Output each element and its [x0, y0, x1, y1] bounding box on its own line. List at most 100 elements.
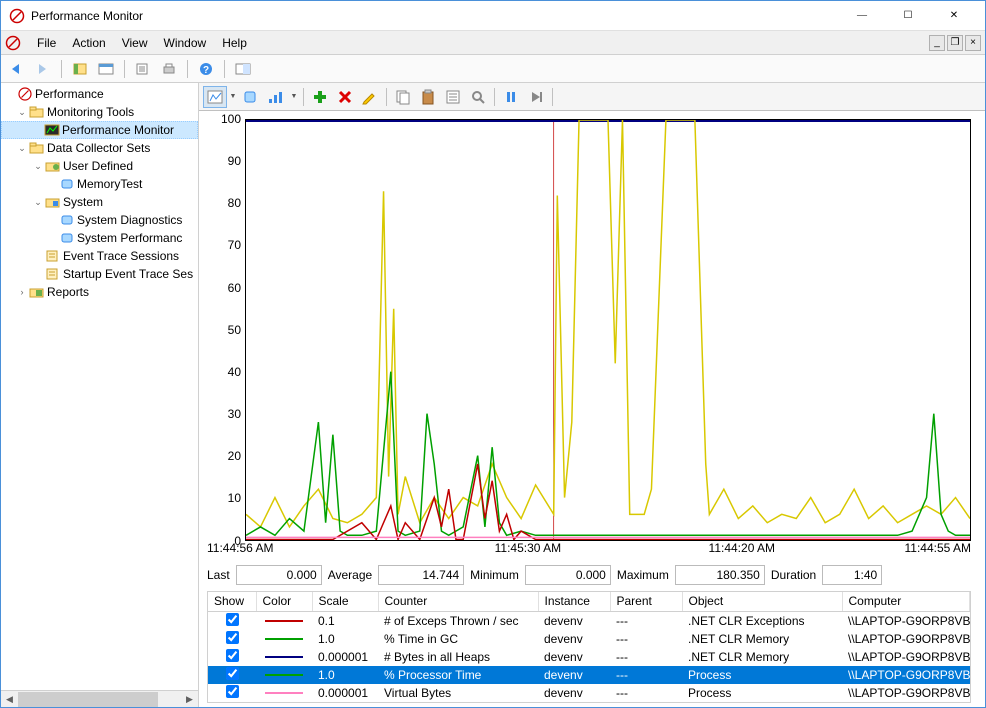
table-row[interactable]: 1.0% Processor Timedevenv---Process\\LAP…: [208, 666, 970, 684]
chart-series-line: [246, 372, 970, 536]
color-swatch: [265, 638, 303, 640]
show-checkbox[interactable]: [226, 667, 239, 680]
cell-object: .NET CLR Memory: [682, 648, 842, 666]
zoom-button[interactable]: [466, 86, 490, 108]
add-counter-button[interactable]: [308, 86, 332, 108]
table-row[interactable]: 1.0% Time in GCdevenv---.NET CLR Memory\…: [208, 630, 970, 648]
window-title: Performance Monitor: [31, 9, 839, 23]
view-current-button[interactable]: [203, 86, 227, 108]
tree-performance-monitor[interactable]: Performance Monitor: [1, 121, 198, 139]
view-log-button[interactable]: [239, 86, 263, 108]
export-button[interactable]: [131, 58, 155, 80]
th-show[interactable]: Show: [208, 592, 256, 612]
show-checkbox[interactable]: [226, 685, 239, 698]
table-row[interactable]: 0.000001# Bytes in all Heapsdevenv---.NE…: [208, 648, 970, 666]
tree-memory-test[interactable]: MemoryTest: [1, 175, 198, 193]
th-scale[interactable]: Scale: [312, 592, 378, 612]
forward-button[interactable]: [31, 58, 55, 80]
cell-instance: devenv: [538, 648, 610, 666]
copy-button[interactable]: [391, 86, 415, 108]
view-split-button[interactable]: [231, 58, 255, 80]
mdi-restore-button[interactable]: ❐: [947, 35, 963, 51]
th-computer[interactable]: Computer: [842, 592, 970, 612]
performance-chart[interactable]: [245, 119, 971, 541]
scroll-right-icon[interactable]: ▶: [181, 691, 198, 708]
update-button[interactable]: [524, 86, 548, 108]
color-swatch: [265, 620, 303, 622]
tree-horizontal-scrollbar[interactable]: ◀ ▶: [1, 690, 198, 707]
menu-action[interactable]: Action: [64, 34, 113, 52]
collector-icon: [59, 230, 75, 246]
properties-button[interactable]: [94, 58, 118, 80]
tree-startup-event-trace[interactable]: Startup Event Trace Ses: [1, 265, 198, 283]
print-button[interactable]: [157, 58, 181, 80]
cell-scale: 0.1: [312, 612, 378, 631]
table-row[interactable]: 0.000001Virtual Bytesdevenv---Process\\L…: [208, 684, 970, 702]
th-object[interactable]: Object: [682, 592, 842, 612]
collector-icon: [59, 212, 75, 228]
paste-button[interactable]: [416, 86, 440, 108]
maximize-button[interactable]: ☐: [885, 1, 931, 31]
tree-system[interactable]: ⌄ System: [1, 193, 198, 211]
minimize-button[interactable]: —: [839, 1, 885, 31]
mdi-close-button[interactable]: ×: [965, 35, 981, 51]
change-graph-type-button[interactable]: [264, 86, 288, 108]
collapse-icon[interactable]: ⌄: [31, 197, 45, 208]
th-instance[interactable]: Instance: [538, 592, 610, 612]
table-row[interactable]: 0.1# of Exceps Thrown / secdevenv---.NET…: [208, 612, 970, 631]
stat-average-label: Average: [328, 568, 372, 582]
tree-system-performance[interactable]: System Performanc: [1, 229, 198, 247]
dropdown-icon[interactable]: ▼: [228, 86, 238, 108]
menu-view[interactable]: View: [114, 34, 156, 52]
th-color[interactable]: Color: [256, 592, 312, 612]
menu-file[interactable]: File: [29, 34, 64, 52]
trace-icon: [45, 266, 61, 282]
dropdown-icon[interactable]: ▼: [289, 86, 299, 108]
tree-data-collector-sets[interactable]: ⌄ Data Collector Sets: [1, 139, 198, 157]
y-tick-label: 20: [228, 449, 241, 463]
expand-icon[interactable]: ›: [15, 287, 29, 297]
tree-system-diagnostics[interactable]: System Diagnostics: [1, 211, 198, 229]
app-icon-small: [5, 35, 21, 51]
folder-icon: [29, 140, 45, 156]
cell-parent: ---: [610, 666, 682, 684]
highlight-button[interactable]: [358, 86, 382, 108]
tree-event-trace-sessions[interactable]: Event Trace Sessions: [1, 247, 198, 265]
tree-reports[interactable]: › Reports: [1, 283, 198, 301]
show-checkbox[interactable]: [226, 631, 239, 644]
collapse-icon[interactable]: ⌄: [15, 143, 29, 154]
stats-row: Last 0.000 Average 14.744 Minimum 0.000 …: [207, 557, 971, 591]
collapse-icon[interactable]: ⌄: [31, 161, 45, 172]
tree-label: Reports: [47, 285, 89, 299]
show-hide-tree-button[interactable]: [68, 58, 92, 80]
scrollbar-thumb[interactable]: [18, 692, 158, 707]
delete-counter-button[interactable]: [333, 86, 357, 108]
stat-last-label: Last: [207, 568, 230, 582]
user-folder-icon: [45, 158, 61, 174]
freeze-button[interactable]: [499, 86, 523, 108]
cell-counter: # of Exceps Thrown / sec: [378, 612, 538, 631]
y-tick-label: 50: [228, 323, 241, 337]
y-tick-label: 100: [221, 112, 241, 126]
properties-chart-button[interactable]: [441, 86, 465, 108]
cell-object: .NET CLR Memory: [682, 630, 842, 648]
close-button[interactable]: ✕: [931, 1, 977, 31]
menu-help[interactable]: Help: [214, 34, 255, 52]
show-checkbox[interactable]: [226, 649, 239, 662]
menu-window[interactable]: Window: [156, 34, 215, 52]
color-swatch: [265, 692, 303, 694]
tree-monitoring-tools[interactable]: ⌄ Monitoring Tools: [1, 103, 198, 121]
x-tick-label: 11:44:56 AM: [207, 541, 274, 555]
th-counter[interactable]: Counter: [378, 592, 538, 612]
collapse-icon[interactable]: ⌄: [15, 107, 29, 118]
y-tick-label: 30: [228, 407, 241, 421]
counter-table: Show Color Scale Counter Instance Parent…: [207, 591, 971, 704]
show-checkbox[interactable]: [226, 613, 239, 626]
help-button[interactable]: ?: [194, 58, 218, 80]
tree-root-performance[interactable]: Performance: [1, 85, 198, 103]
th-parent[interactable]: Parent: [610, 592, 682, 612]
tree-user-defined[interactable]: ⌄ User Defined: [1, 157, 198, 175]
scroll-left-icon[interactable]: ◀: [1, 691, 18, 708]
back-button[interactable]: [5, 58, 29, 80]
mdi-minimize-button[interactable]: _: [929, 35, 945, 51]
